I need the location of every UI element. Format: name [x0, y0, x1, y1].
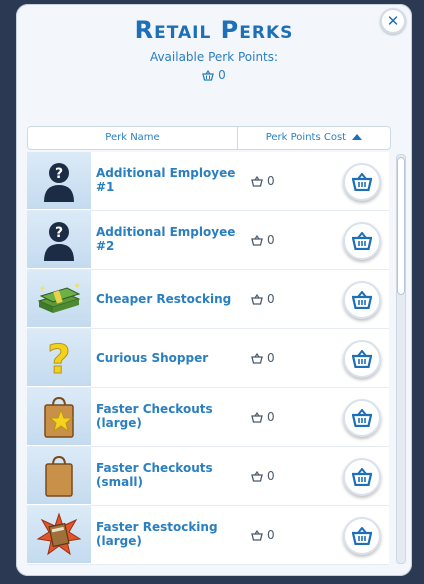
basket-icon: [352, 350, 372, 368]
basket-icon: [352, 291, 372, 309]
perk-cost-value: 0: [267, 174, 275, 188]
svg-text:✦: ✦: [73, 281, 81, 292]
basket-icon: [251, 352, 263, 364]
buy-perk-button[interactable]: [343, 517, 381, 555]
perk-cost: 0: [251, 469, 275, 483]
close-button[interactable]: ✕: [380, 8, 406, 34]
basket-icon: [251, 529, 263, 541]
list-item[interactable]: Faster Checkouts (large) 0: [27, 388, 389, 447]
available-points-value: 0: [218, 68, 226, 82]
perk-cost: 0: [251, 528, 275, 542]
silhouette-question-icon: ?: [27, 152, 91, 209]
perk-cost: 0: [251, 174, 275, 188]
perk-cost: 0: [251, 233, 275, 247]
retail-perks-panel: Retail Perks ✕ Available Perk Points: 0 …: [16, 4, 412, 576]
svg-text:?: ?: [47, 337, 70, 381]
basket-icon: [352, 232, 372, 250]
table-header: Perk Name Perk Points Cost: [27, 126, 391, 150]
perk-cost-value: 0: [267, 410, 275, 424]
column-header-cost-label: Perk Points Cost: [265, 132, 347, 143]
basket-icon: [251, 234, 263, 246]
perk-cost: 0: [251, 292, 275, 306]
basket-icon: [352, 173, 372, 191]
column-header-cost[interactable]: Perk Points Cost: [238, 127, 390, 149]
list-item[interactable]: ✦ ✦ Cheaper Restocking 0: [27, 270, 389, 329]
sort-ascending-icon: [352, 134, 363, 140]
basket-icon: [352, 527, 372, 545]
list-item[interactable]: ? Curious Shopper 0: [27, 329, 389, 388]
perk-cost-value: 0: [267, 469, 275, 483]
scrollbar-thumb[interactable]: [397, 157, 405, 295]
perk-cost-value: 0: [267, 292, 275, 306]
perk-list: ? Additional Employee #1 0 ? Additional: [27, 152, 389, 572]
perk-name: Faster Checkouts (small): [96, 461, 213, 489]
buy-perk-button[interactable]: [343, 222, 381, 260]
perk-name: Faster Checkouts (large): [96, 402, 213, 430]
perk-cost-value: 0: [267, 233, 275, 247]
list-item[interactable]: Faster Checkouts (small) 0: [27, 447, 389, 506]
panel-title: Retail Perks: [134, 16, 294, 44]
list-item[interactable]: Faster Restocking (large) 0: [27, 506, 389, 565]
available-points: 0: [16, 68, 412, 82]
buy-perk-button[interactable]: [343, 281, 381, 319]
perk-cost-value: 0: [267, 528, 275, 542]
perk-name: Additional Employee #1: [96, 166, 236, 194]
basket-icon: [251, 411, 263, 423]
column-header-perk-name[interactable]: Perk Name: [28, 127, 238, 149]
perk-name: Cheaper Restocking: [96, 292, 232, 306]
svg-text:✦: ✦: [39, 284, 46, 293]
perk-name: Additional Employee #2: [96, 225, 236, 253]
buy-perk-button[interactable]: [343, 340, 381, 378]
basket-icon: [251, 470, 263, 482]
money-stack-icon: ✦ ✦: [27, 270, 91, 327]
basket-icon: [352, 468, 372, 486]
list-item[interactable]: ? Additional Employee #1 0: [27, 152, 389, 211]
buy-perk-button[interactable]: [343, 458, 381, 496]
perk-cost-value: 0: [267, 351, 275, 365]
available-points-label: Available Perk Points:: [149, 50, 279, 64]
close-icon: ✕: [386, 12, 400, 30]
basket-icon: [251, 175, 263, 187]
scrollbar[interactable]: [396, 154, 406, 564]
basket-icon: [202, 69, 215, 81]
shopping-bag-star-icon: [27, 388, 91, 445]
box-burst-icon: [27, 506, 91, 563]
perk-name: Curious Shopper: [96, 351, 209, 365]
svg-text:?: ?: [55, 225, 63, 241]
perk-cost: 0: [251, 410, 275, 424]
svg-text:?: ?: [55, 166, 63, 182]
silhouette-question-icon: ?: [27, 211, 91, 268]
perk-name: Faster Restocking (large): [96, 520, 218, 548]
list-item[interactable]: ? Additional Employee #2 0: [27, 211, 389, 270]
buy-perk-button[interactable]: [343, 399, 381, 437]
perk-cost: 0: [251, 351, 275, 365]
basket-icon: [352, 409, 372, 427]
basket-icon: [251, 293, 263, 305]
question-mark-icon: ?: [27, 329, 91, 386]
shopping-bag-icon: [27, 447, 91, 504]
buy-perk-button[interactable]: [343, 163, 381, 201]
